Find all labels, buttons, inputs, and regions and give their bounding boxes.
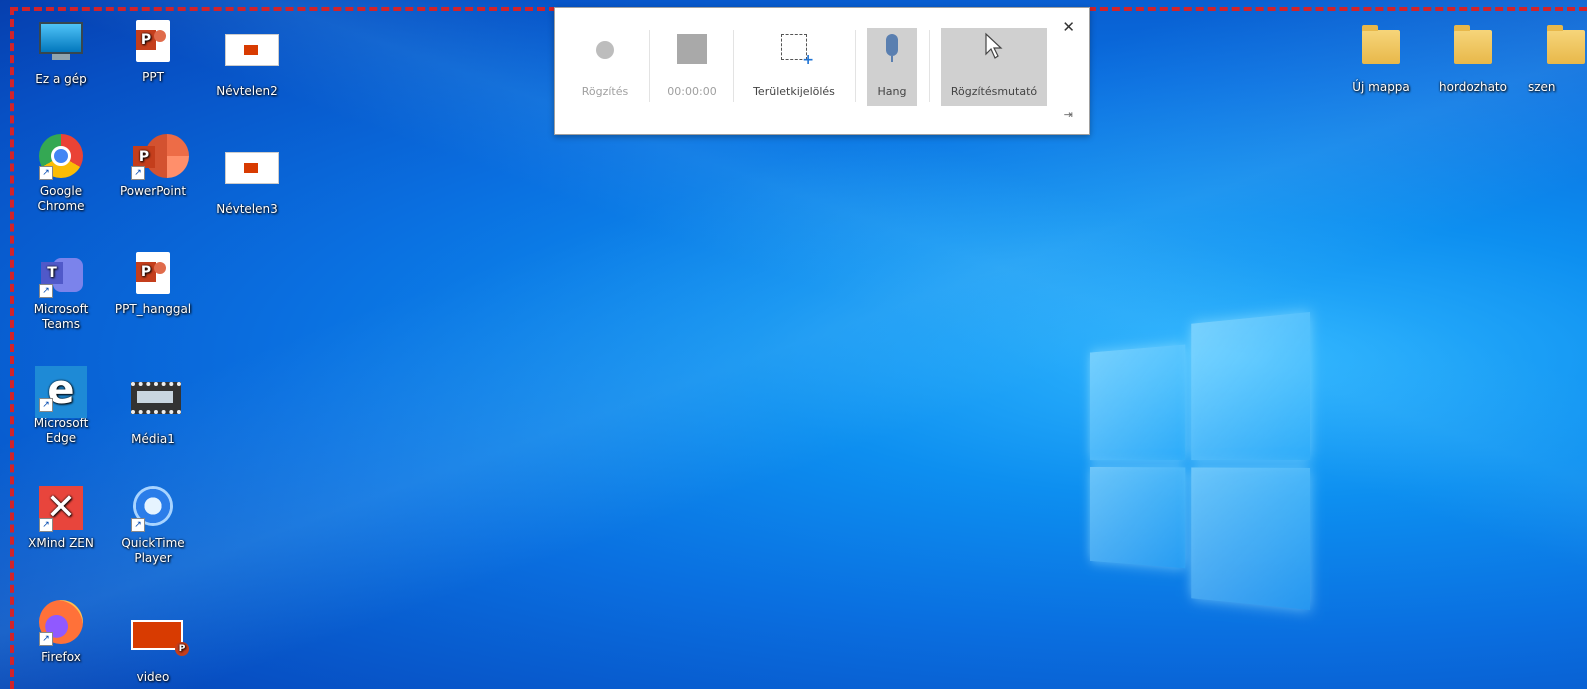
slide-file-icon [225,34,279,78]
icon-label: Média1 [131,432,175,446]
folder-icon [1359,25,1403,74]
record-pointer-label: Rögzítésmutató [950,85,1038,98]
desktop-icon-xmind-zen[interactable]: ✕ ↗ XMind ZEN [18,486,104,551]
xmind-icon: ✕ ↗ [39,486,83,532]
microphone-icon [886,34,898,62]
close-icon[interactable]: ✕ [1062,18,1075,36]
desktop-icon-nevtelen3[interactable]: Névtelen3 [204,146,290,217]
powerpoint-show-icon: P [131,620,189,664]
stop-icon [677,34,707,64]
desktop-icon-ppt-hanggal[interactable]: P PPT_hanggal [110,252,196,317]
icon-label: Új mappa [1352,80,1410,94]
cursor-icon [984,32,1004,60]
icon-label: video [136,670,170,684]
desktop-icon-hordozhato[interactable]: hordozhato [1430,22,1516,95]
audio-label: Hang [877,85,907,98]
desktop-icon-video[interactable]: P video [110,614,196,685]
icon-label: Firefox [41,650,81,664]
audio-toggle-button[interactable]: Hang [867,28,917,106]
video-file-icon [131,382,181,426]
record-pointer-button[interactable]: Rögzítésmutató [941,28,1047,106]
desktop-icon-nevtelen2[interactable]: Névtelen2 [204,28,290,99]
toolbar-separator [733,30,734,102]
quicktime-icon: ↗ [131,486,175,532]
shortcut-arrow-icon: ↗ [39,166,53,180]
windows-logo [1089,312,1310,610]
icon-label: Névtelen2 [216,84,278,98]
record-label: Rögzítés [581,85,629,98]
select-area-button[interactable]: + Területkijelölés [741,28,847,106]
icon-label: PPT [142,70,164,84]
desktop-icon-this-pc[interactable]: Ez a gép [18,20,104,87]
edge-icon: e ↗ [35,366,87,418]
desktop-icon-powerpoint[interactable]: P ↗ PowerPoint [110,134,196,199]
desktop-icon-microsoft-edge[interactable]: e ↗ Microsoft Edge [18,366,104,446]
slide-file-icon [225,152,279,196]
desktop-icon-quicktime-player[interactable]: ↗ QuickTime Player [110,486,196,566]
screen-recording-toolbar: Rögzítés 00:00:00 + Területkijelölés Han… [554,7,1090,135]
shortcut-arrow-icon: ↗ [39,632,53,646]
shortcut-arrow-icon: ↗ [39,284,53,298]
computer-icon [39,22,83,66]
icon-label: QuickTime Player [121,536,185,565]
icon-label: PPT_hanggal [114,302,192,316]
folder-icon [1451,25,1495,74]
select-area-label: Területkijelölés [753,85,835,98]
icon-label: szen [1528,80,1556,94]
desktop-icon-media1[interactable]: Média1 [110,378,196,447]
toolbar-separator [855,30,856,102]
icon-label: Ez a gép [35,72,87,86]
recording-timer: 00:00:00 [667,85,717,98]
stop-button[interactable]: 00:00:00 [657,28,727,106]
select-area-icon: + [781,34,814,67]
record-icon [596,41,614,59]
desktop-icon-firefox[interactable]: ↗ Firefox [18,600,104,665]
record-button[interactable]: Rögzítés [569,28,641,106]
icon-label: Google Chrome [37,184,85,213]
shortcut-arrow-icon: ↗ [131,518,145,532]
pin-icon[interactable]: ⇥ [1064,108,1073,121]
icon-label: PowerPoint [119,184,187,198]
firefox-icon: ↗ [39,600,83,646]
icon-label: Microsoft Edge [33,416,89,445]
teams-icon: T ↗ [39,252,83,298]
shortcut-arrow-icon: ↗ [39,398,53,412]
folder-icon [1544,25,1587,74]
toolbar-separator [929,30,930,102]
icon-label: XMind ZEN [28,536,94,550]
shortcut-arrow-icon: ↗ [39,518,53,532]
shortcut-arrow-icon: ↗ [131,166,145,180]
icon-label: Névtelen3 [216,202,278,216]
icon-label: hordozhato [1439,80,1507,94]
desktop-icon-microsoft-teams[interactable]: T ↗ Microsoft Teams [18,252,104,332]
toolbar-separator [649,30,650,102]
icon-label: Microsoft Teams [33,302,89,331]
desktop-icon-uj-mappa[interactable]: Új mappa [1338,22,1424,95]
chrome-icon: ↗ [39,134,83,180]
desktop-icon-google-chrome[interactable]: ↗ Google Chrome [18,134,104,214]
desktop-icon-ppt[interactable]: P PPT [110,20,196,85]
powerpoint-file-icon: P [131,20,175,64]
desktop-icon-szen[interactable]: szen [1520,22,1587,95]
powerpoint-app-icon: P ↗ [131,134,189,180]
powerpoint-file-icon: P [131,252,175,296]
